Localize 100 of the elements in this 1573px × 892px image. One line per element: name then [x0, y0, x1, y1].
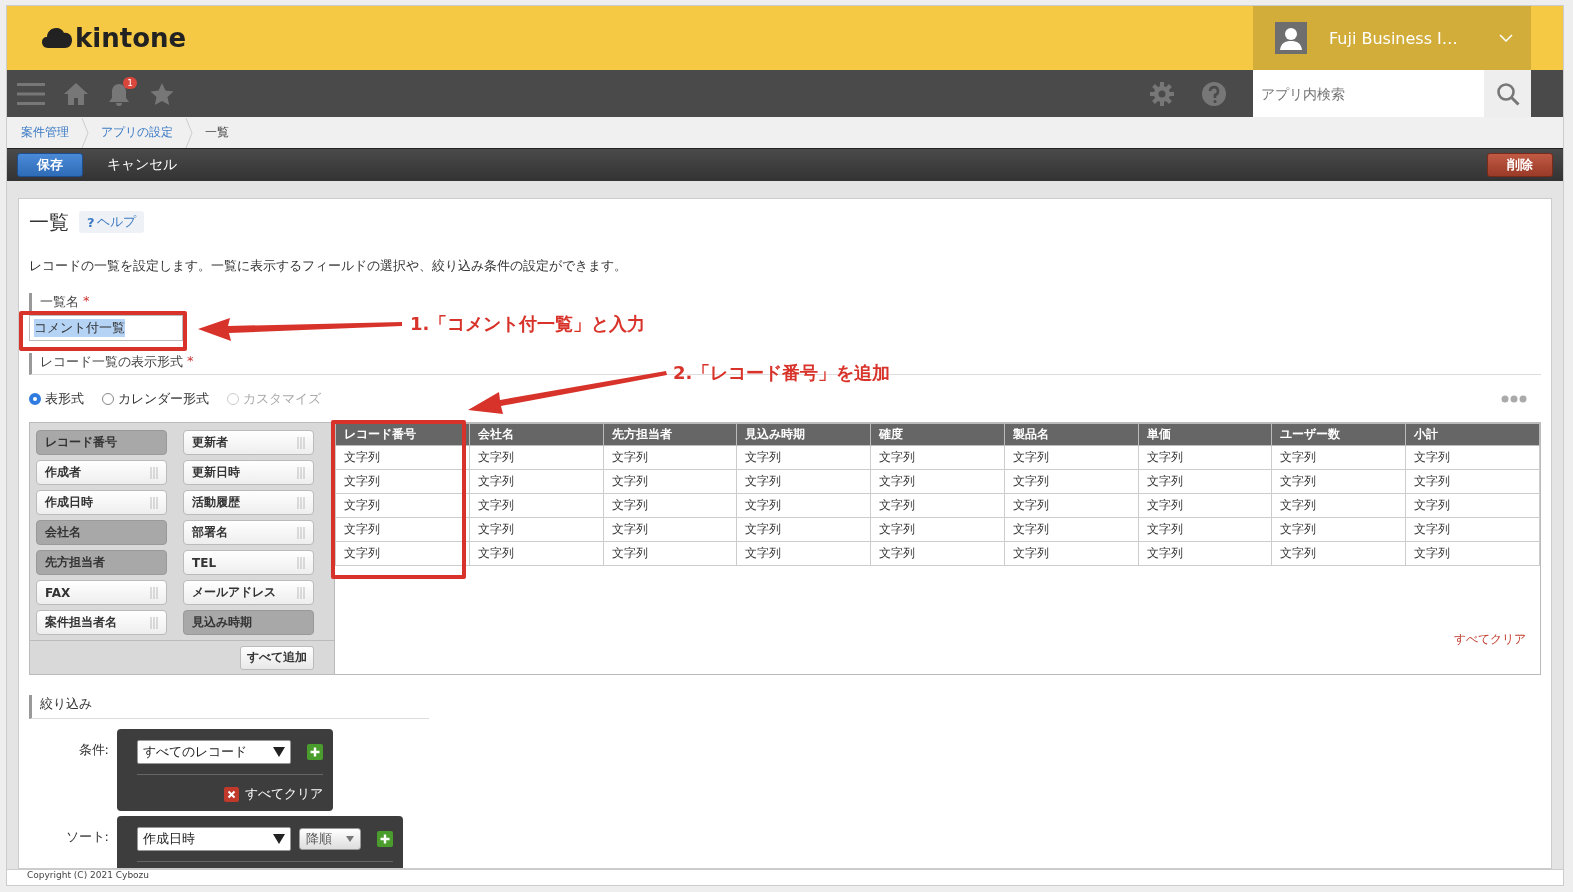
column-header[interactable]: 会社名: [469, 423, 604, 446]
breadcrumb-current: 一覧: [205, 124, 229, 141]
cancel-button[interactable]: キャンセル: [103, 156, 181, 174]
field-chip[interactable]: 活動履歴: [183, 490, 314, 515]
table-cell: 文字列: [870, 445, 1005, 470]
add-icon[interactable]: [307, 744, 323, 760]
required-mark: *: [187, 353, 194, 370]
table-cell: 文字列: [1405, 469, 1540, 494]
sort-order-select[interactable]: 降順: [299, 828, 361, 850]
table-cell: 文字列: [1271, 445, 1406, 470]
breadcrumb-link[interactable]: 案件管理: [21, 124, 69, 141]
table-cell: 文字列: [870, 493, 1005, 518]
menu-icon[interactable]: [17, 81, 45, 106]
table-cell: 文字列: [1004, 469, 1139, 494]
field-chip[interactable]: メールアドレス: [183, 580, 314, 605]
column-header[interactable]: 確度: [870, 423, 1005, 446]
add-icon[interactable]: [377, 831, 393, 847]
table-cell: 文字列: [870, 469, 1005, 494]
more-icon[interactable]: [1501, 395, 1527, 403]
table-cell: 文字列: [603, 517, 737, 542]
table-cell: 文字列: [1271, 541, 1406, 566]
table-cell: 文字列: [736, 469, 871, 494]
table-cell: 文字列: [1405, 541, 1540, 566]
home-icon[interactable]: [63, 81, 89, 106]
field-label: 一覧名: [40, 293, 79, 311]
table-cell: 文字列: [870, 541, 1005, 566]
column-header[interactable]: 単価: [1138, 423, 1272, 446]
name-input-field[interactable]: コメント付一覧: [29, 315, 183, 341]
table-cell: 文字列: [1405, 493, 1540, 518]
table-cell: 文字列: [1138, 445, 1272, 470]
table-cell: 文字列: [335, 469, 470, 494]
table-cell: 文字列: [1405, 445, 1540, 470]
table-cell: 文字列: [469, 445, 604, 470]
table-cell: 文字列: [1405, 517, 1540, 542]
column-header[interactable]: ユーザー数: [1271, 423, 1406, 446]
section-title: 絞り込み: [29, 695, 429, 719]
column-header[interactable]: 製品名: [1004, 423, 1139, 446]
field-chip[interactable]: 見込み時期: [183, 610, 314, 635]
field-chip[interactable]: TEL: [183, 550, 314, 575]
help-link[interactable]: ?ヘルプ: [79, 211, 144, 233]
grip-icon: [150, 466, 158, 479]
column-header[interactable]: 先方担当者: [603, 423, 737, 446]
grip-icon: [297, 466, 305, 479]
field-chip[interactable]: 案件担当者名: [36, 610, 167, 635]
field-chip[interactable]: レコード番号: [36, 430, 167, 455]
table-cell: 文字列: [603, 445, 737, 470]
caret-icon: [273, 747, 285, 757]
sort-field-select[interactable]: 作成日時: [137, 827, 291, 851]
grip-icon: [297, 436, 305, 449]
required-mark: *: [83, 293, 90, 310]
star-icon[interactable]: [149, 81, 175, 106]
search-field[interactable]: アプリ内検索: [1253, 70, 1484, 117]
column-header[interactable]: 見込み時期: [736, 423, 871, 446]
field-chip[interactable]: 更新者: [183, 430, 314, 455]
table-cell: 文字列: [335, 517, 470, 542]
table-cell: 文字列: [469, 493, 604, 518]
caret-icon: [273, 834, 285, 844]
field-label: ソート:: [64, 828, 110, 846]
table-cell: 文字列: [469, 541, 604, 566]
help-text: ヘルプ: [96, 213, 136, 231]
page-title: 一覧: [29, 208, 69, 236]
grip-icon: [150, 496, 158, 509]
logo-text: kintone: [75, 23, 187, 53]
description: レコードの一覧を設定します。一覧に表示するフィールドの選択や、絞り込み条件の設定ができます。: [29, 257, 628, 275]
delete-button[interactable]: 削除: [1487, 153, 1553, 177]
table-cell: 文字列: [1004, 541, 1139, 566]
field-chip[interactable]: FAX: [36, 580, 167, 605]
copyright-text: Copyright (C) 2021 Cybozu: [7, 869, 1563, 885]
help-mark: ?: [87, 214, 95, 230]
table-cell: 文字列: [1271, 517, 1406, 542]
close-icon: [224, 786, 239, 802]
clear-all-button[interactable]: すべてクリア: [224, 785, 323, 803]
column-header[interactable]: 小計: [1405, 423, 1540, 446]
grip-icon: [297, 556, 305, 569]
table-cell: 文字列: [736, 541, 871, 566]
avatar-icon: [1275, 22, 1307, 54]
search-button[interactable]: [1484, 70, 1531, 117]
breadcrumb-link[interactable]: アプリの設定: [101, 124, 173, 141]
field-chip[interactable]: 作成者: [36, 460, 167, 485]
field-chip[interactable]: 先方担当者: [36, 550, 167, 575]
add-all-button[interactable]: すべて追加: [240, 645, 314, 670]
chevron-right-icon: [185, 117, 193, 148]
radio-option[interactable]: 表形式: [29, 390, 84, 408]
settings-icon[interactable]: [1149, 80, 1175, 107]
save-button[interactable]: 保存: [17, 153, 83, 177]
table-cell: 文字列: [1271, 469, 1406, 494]
help-icon[interactable]: [1201, 80, 1227, 107]
field-label: レコード一覧の表示形式: [40, 353, 183, 371]
table-cell: 文字列: [870, 517, 1005, 542]
clear-all-link[interactable]: すべてクリア: [1454, 631, 1526, 648]
table-cell: 文字列: [1138, 517, 1272, 542]
condition-select[interactable]: すべてのレコード: [137, 740, 291, 764]
field-chip[interactable]: 会社名: [36, 520, 167, 545]
field-chip[interactable]: 作成日時: [36, 490, 167, 515]
field-chip[interactable]: 部署名: [183, 520, 314, 545]
field-chip[interactable]: 更新日時: [183, 460, 314, 485]
radio-option[interactable]: カレンダー形式: [102, 390, 209, 408]
table-cell: 文字列: [1138, 493, 1272, 518]
table-cell: 文字列: [1271, 493, 1406, 518]
bell-icon[interactable]: [107, 81, 131, 106]
